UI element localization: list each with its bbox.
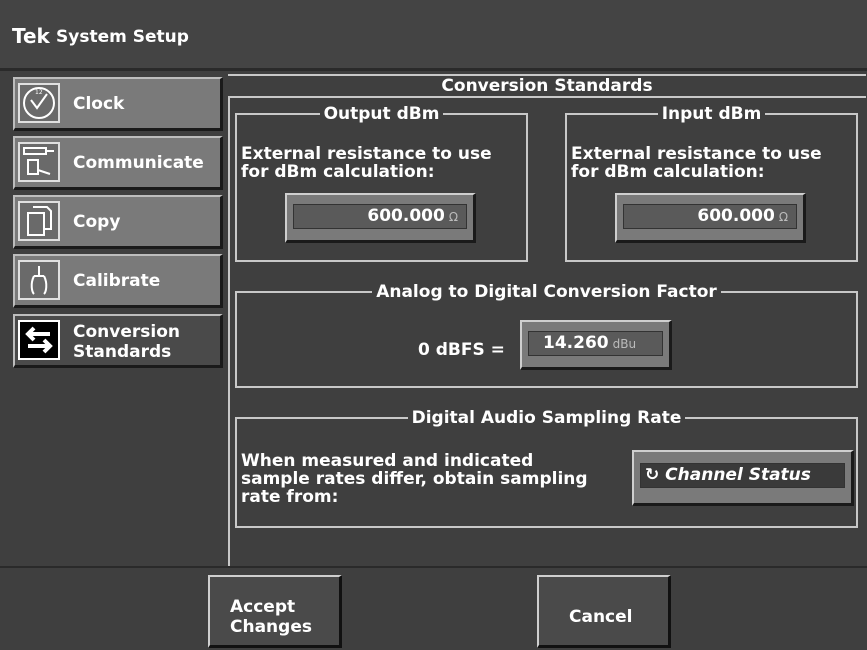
dbu-unit: dBu bbox=[612, 337, 637, 351]
sampling-rate-legend: Digital Audio Sampling Rate bbox=[411, 408, 682, 428]
cancel-button[interactable]: Cancel bbox=[537, 575, 671, 648]
svg-text:12: 12 bbox=[35, 89, 43, 96]
nav-conversion-standards-button[interactable]: Conversion Standards bbox=[13, 314, 223, 368]
nav-copy-label: Copy bbox=[73, 212, 121, 232]
system-setup-window: Tek System Setup 12 Clock Communicate Co… bbox=[0, 0, 867, 650]
output-dbm-description-line1: External resistance to use bbox=[241, 144, 492, 164]
adc-conversion-field[interactable]: 14.260 dBu bbox=[520, 320, 672, 370]
panel-title: Conversion Standards bbox=[441, 76, 653, 96]
sampling-description-line2: sample rates differ, obtain sampling bbox=[241, 469, 588, 489]
nav-conversion-standards-label: Conversion Standards bbox=[73, 322, 180, 362]
input-dbm-description-line1: External resistance to use bbox=[571, 144, 822, 164]
input-dbm-resistance-field[interactable]: 600.000 Ω bbox=[615, 193, 806, 243]
bottom-button-bar bbox=[0, 566, 867, 650]
sampling-source-value: Channel Status bbox=[665, 465, 811, 485]
conversion-arrows-icon bbox=[18, 320, 60, 360]
sampling-source-dropdown[interactable]: ↻ Channel Status bbox=[632, 450, 854, 506]
adc-conversion-legend: Analog to Digital Conversion Factor bbox=[376, 282, 717, 302]
title-bar: Tek System Setup bbox=[0, 0, 867, 71]
dbfs-label: 0 dBFS = bbox=[418, 340, 505, 360]
cancel-label: Cancel bbox=[569, 607, 633, 627]
output-dbm-legend: Output dBm bbox=[323, 104, 440, 124]
nav-clock-label: Clock bbox=[73, 94, 125, 114]
window-title: System Setup bbox=[56, 27, 189, 47]
accept-changes-button[interactable]: Accept Changes bbox=[208, 575, 342, 648]
tek-logo: Tek bbox=[12, 24, 50, 48]
clock-icon: 12 bbox=[18, 83, 60, 123]
input-dbm-legend: Input dBm bbox=[661, 104, 762, 124]
calibrate-icon bbox=[18, 260, 60, 300]
sampling-description-line1: When measured and indicated bbox=[241, 451, 534, 471]
nav-communicate-label: Communicate bbox=[73, 153, 204, 173]
nav-clock-button[interactable]: 12 Clock bbox=[13, 77, 223, 131]
accept-changes-label: Accept Changes bbox=[230, 597, 312, 637]
sampling-description-line3: rate from: bbox=[241, 487, 339, 507]
output-dbm-value: 600.000 bbox=[367, 206, 445, 226]
nav-calibrate-label: Calibrate bbox=[73, 271, 161, 291]
ohm-unit: Ω bbox=[448, 210, 458, 224]
nav-calibrate-button[interactable]: Calibrate bbox=[13, 254, 223, 308]
cycle-icon: ↻ bbox=[645, 465, 660, 485]
output-dbm-description-line2: for dBm calculation: bbox=[241, 162, 435, 182]
nav-communicate-button[interactable]: Communicate bbox=[13, 136, 223, 190]
communicate-icon bbox=[18, 142, 60, 182]
ohm-unit: Ω bbox=[778, 210, 788, 224]
input-dbm-value: 600.000 bbox=[697, 206, 775, 226]
input-dbm-description-line2: for dBm calculation: bbox=[571, 162, 765, 182]
nav-copy-button[interactable]: Copy bbox=[13, 195, 223, 249]
adc-value: 14.260 bbox=[543, 333, 609, 353]
output-dbm-resistance-field[interactable]: 600.000 Ω bbox=[285, 193, 476, 243]
copy-icon bbox=[18, 201, 60, 241]
